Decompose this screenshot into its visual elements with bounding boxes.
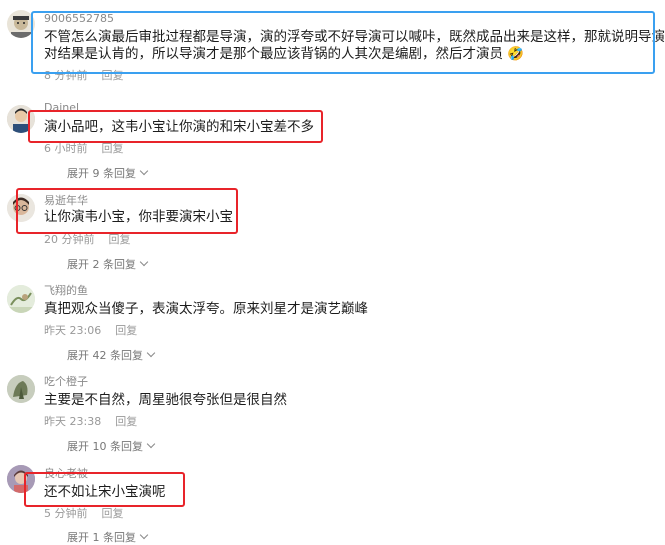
highlight-box [28,110,323,143]
chevron-down-icon [146,439,156,449]
comment-text: 真把观众当傻子，表演太浮夸。原来刘星才是演艺巅峰 [44,301,368,317]
expand-replies-button[interactable]: 展开 42 条回复 [67,347,156,363]
expand-replies-label: 展开 10 条回复 [67,440,143,453]
highlight-box [24,472,185,507]
highlight-box [16,188,238,234]
comment-text: 主要是不自然，周星驰很夸张但是很自然 [44,392,287,408]
chevron-down-icon [139,166,149,176]
highlight-box [31,11,655,74]
comment-time: 昨天 23:06 [44,324,102,337]
expand-replies-button[interactable]: 展开 10 条回复 [67,438,156,454]
reply-button[interactable]: 回复 [109,233,131,246]
comment-time: 6 小时前 [44,142,88,155]
avatar[interactable] [7,285,35,313]
comment-meta: 昨天 23:38 回复 [44,413,137,429]
expand-replies-button[interactable]: 展开 9 条回复 [67,165,149,181]
reply-button[interactable]: 回复 [102,142,124,155]
comment-meta: 昨天 23:06 回复 [44,322,137,338]
comment-meta: 5 分钟前 回复 [44,505,124,521]
comment-time: 20 分钟前 [44,233,95,246]
expand-replies-button[interactable]: 展开 1 条回复 [67,529,149,545]
comment-author[interactable]: 飞翔的鱼 [44,282,88,298]
comment-time: 昨天 23:38 [44,415,102,428]
chevron-down-icon [139,257,149,267]
expand-replies-label: 展开 9 条回复 [67,167,136,180]
expand-replies-label: 展开 2 条回复 [67,258,136,271]
reply-button[interactable]: 回复 [102,507,124,520]
expand-replies-label: 展开 42 条回复 [67,349,143,362]
chevron-down-icon [146,348,156,358]
expand-replies-button[interactable]: 展开 2 条回复 [67,256,149,272]
comment-item: 吃个橙子 主要是不自然，周星驰很夸张但是很自然 昨天 23:38 回复 展开 10… [0,365,665,457]
reply-button[interactable]: 回复 [115,324,137,337]
chevron-down-icon [139,530,149,540]
reply-button[interactable]: 回复 [115,415,137,428]
comment-item: 飞翔的鱼 真把观众当傻子，表演太浮夸。原来刘星才是演艺巅峰 昨天 23:06 回复… [0,275,665,365]
comment-time: 5 分钟前 [44,507,88,520]
avatar[interactable] [7,375,35,403]
comment-author[interactable]: 吃个橙子 [44,373,88,389]
expand-replies-label: 展开 1 条回复 [67,531,136,544]
